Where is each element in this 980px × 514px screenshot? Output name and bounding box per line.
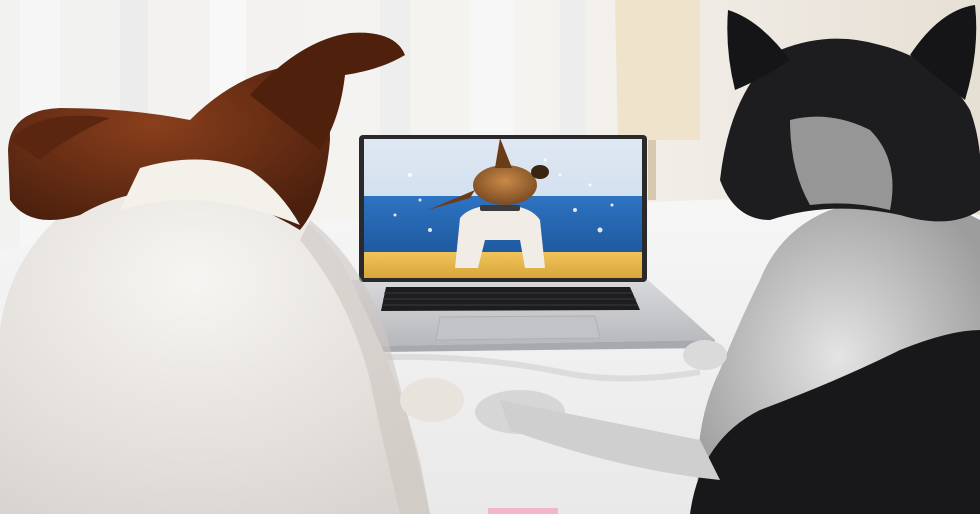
photo [0,0,980,514]
left-dog-paw [400,378,464,422]
laptop-screen [364,138,642,278]
lamp-stand [648,140,656,200]
bottom-pink-mark [488,508,558,514]
lamp-shade [615,0,700,140]
laptop-trackpad [435,315,601,341]
photo-scene [0,0,980,514]
right-dog-paw-2 [683,340,727,370]
